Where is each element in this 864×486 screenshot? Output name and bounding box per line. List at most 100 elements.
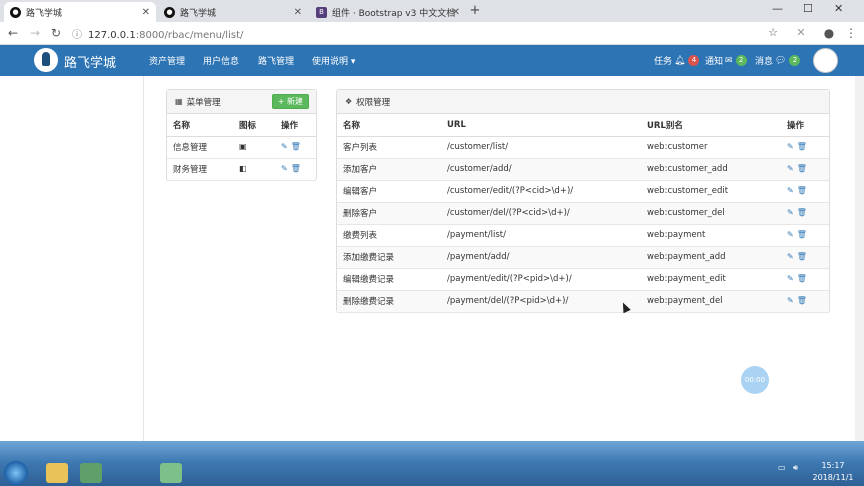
nav-user-info[interactable]: 用户信息 bbox=[203, 54, 239, 67]
row-actions: ✎ 🗑︎ bbox=[781, 290, 829, 313]
close-tab-icon[interactable]: ✕ bbox=[142, 7, 150, 18]
comment-icon: 💬︎ bbox=[775, 55, 787, 66]
menu-name[interactable]: 财务管理 bbox=[167, 158, 233, 181]
permission-panel-header: ❖ 权限管理 bbox=[337, 90, 829, 114]
browser-tab-3[interactable]: B 组件 · Bootstrap v3 中文文档 ✕ bbox=[310, 2, 466, 22]
browser-tab-1[interactable]: ● 路飞学城 ✕ bbox=[4, 2, 156, 22]
book-icon: ▦ bbox=[175, 97, 183, 106]
forward-icon[interactable]: → bbox=[28, 26, 42, 40]
permission-panel: ❖ 权限管理 名称 URL URL别名 操作 客户列表/customer/lis… bbox=[336, 89, 830, 313]
nav-help-dropdown[interactable]: 使用说明 ▾ bbox=[312, 54, 355, 67]
table-row[interactable]: 财务管理 ◧ ✎ 🗑︎ bbox=[167, 158, 316, 181]
taskbar-app-icon[interactable] bbox=[160, 463, 182, 483]
notices-badge: 2 bbox=[735, 55, 747, 66]
table-row[interactable]: 添加客户/customer/add/web:customer_add ✎ 🗑︎ bbox=[337, 158, 829, 181]
start-button[interactable] bbox=[4, 461, 28, 485]
browser-tab-2[interactable]: ● 路飞学城 ✕ bbox=[158, 2, 308, 22]
clock-date[interactable]: 2018/11/1 bbox=[811, 473, 855, 482]
taskbar-app-icon[interactable] bbox=[80, 463, 102, 483]
table-row[interactable]: 删除客户/customer/del/(?P<cid>\d+)/web:custo… bbox=[337, 202, 829, 225]
trash-icon[interactable]: 🗑︎ bbox=[797, 142, 807, 151]
table-row[interactable]: 缴费列表/payment/list/web:payment ✎ 🗑︎ bbox=[337, 224, 829, 247]
edit-icon[interactable]: ✎ bbox=[281, 164, 288, 173]
bootstrap-favicon-icon: B bbox=[316, 6, 327, 18]
table-row[interactable]: 编辑客户/customer/edit/(?P<cid>\d+)/web:cust… bbox=[337, 180, 829, 203]
explorer-icon[interactable] bbox=[46, 463, 68, 483]
trash-icon[interactable]: 🗑︎ bbox=[797, 208, 807, 217]
trash-icon[interactable]: 🗑︎ bbox=[291, 164, 301, 173]
table-row[interactable]: 添加缴费记录/payment/add/web:payment_add ✎ 🗑︎ bbox=[337, 246, 829, 269]
close-window-icon[interactable]: ✕ bbox=[834, 2, 843, 15]
bookmark-star-icon[interactable]: ☆ bbox=[766, 26, 780, 39]
minimize-icon[interactable]: — bbox=[772, 2, 783, 15]
nav-assets[interactable]: 资产管理 bbox=[149, 54, 185, 67]
url-path: :8000/rbac/menu/list/ bbox=[135, 30, 244, 41]
trash-icon[interactable]: 🗑︎ bbox=[797, 230, 807, 239]
user-avatar[interactable] bbox=[813, 48, 838, 73]
perm-name: 添加客户 bbox=[337, 158, 441, 181]
edit-icon[interactable]: ✎ bbox=[787, 142, 794, 151]
row-actions: ✎ 🗑︎ bbox=[781, 224, 829, 247]
clock-time[interactable]: 15:17 bbox=[811, 461, 855, 470]
extension-icon[interactable]: ✕ bbox=[794, 26, 808, 39]
trash-icon[interactable]: 🗑︎ bbox=[291, 142, 301, 151]
close-tab-icon[interactable]: ✕ bbox=[452, 7, 460, 18]
perm-url-alias: web:payment_add bbox=[641, 246, 781, 269]
reload-icon[interactable]: ↻ bbox=[49, 26, 63, 40]
bell-icon: 🔔︎ bbox=[674, 55, 686, 66]
table-row[interactable]: 信息管理 ▣ ✎ 🗑︎ bbox=[167, 136, 316, 159]
edit-icon[interactable]: ✎ bbox=[281, 142, 288, 151]
row-actions: ✎ 🗑︎ bbox=[781, 136, 829, 159]
volume-icon[interactable]: 🔊︎ bbox=[793, 463, 798, 473]
col-icon: 图标 bbox=[233, 114, 275, 137]
menu-panel-title: 菜单管理 bbox=[186, 97, 221, 108]
app-navbar: 路飞学城 资产管理 用户信息 路飞管理 使用说明 ▾ 任务 🔔︎ 4 通知 ✉ … bbox=[0, 45, 864, 76]
perm-url: /customer/del/(?P<cid>\d+)/ bbox=[441, 202, 641, 225]
edit-icon[interactable]: ✎ bbox=[787, 186, 794, 195]
logo-icon[interactable] bbox=[34, 48, 58, 72]
perm-url-alias: web:customer_edit bbox=[641, 180, 781, 203]
profile-icon[interactable]: ● bbox=[822, 26, 836, 40]
close-tab-icon[interactable]: ✕ bbox=[294, 7, 302, 18]
trash-icon[interactable]: 🗑︎ bbox=[797, 296, 807, 305]
new-menu-button[interactable]: + 新建 bbox=[271, 94, 309, 109]
info-icon[interactable]: ⓘ bbox=[72, 30, 82, 41]
col-name: 名称 bbox=[337, 114, 441, 137]
url-field[interactable]: ⓘ 127.0.0.1:8000/rbac/menu/list/ bbox=[72, 26, 243, 41]
table-row[interactable]: 删除缴费记录/payment/del/(?P<pid>\d+)/web:paym… bbox=[337, 290, 829, 313]
brand-title[interactable]: 路飞学城 bbox=[64, 52, 116, 71]
edit-icon[interactable]: ✎ bbox=[787, 164, 794, 173]
edit-icon[interactable]: ✎ bbox=[787, 230, 794, 239]
nav-messages[interactable]: 消息 💬︎ 2 bbox=[755, 54, 801, 67]
trash-icon[interactable]: 🗑︎ bbox=[797, 252, 807, 261]
site-favicon-icon: ● bbox=[10, 6, 21, 18]
col-url: URL bbox=[441, 114, 641, 137]
edit-icon[interactable]: ✎ bbox=[787, 208, 794, 217]
content-divider bbox=[143, 76, 144, 441]
trash-icon[interactable]: 🗑︎ bbox=[797, 164, 807, 173]
more-menu-icon[interactable]: ⋮ bbox=[844, 26, 858, 40]
new-tab-button[interactable]: + bbox=[468, 4, 482, 18]
nav-lufei-admin[interactable]: 路飞管理 bbox=[258, 54, 294, 67]
nav-tasks[interactable]: 任务 🔔︎ 4 bbox=[654, 54, 700, 67]
table-row[interactable]: 客户列表/customer/list/web:customer ✎ 🗑︎ bbox=[337, 136, 829, 159]
edit-icon[interactable]: ✎ bbox=[787, 252, 794, 261]
edit-icon[interactable]: ✎ bbox=[787, 296, 794, 305]
action-center-icon[interactable]: ▭ bbox=[778, 463, 786, 472]
nav-notices[interactable]: 通知 ✉ 2 bbox=[705, 54, 747, 67]
col-url-alias: URL别名 bbox=[641, 114, 781, 137]
menu-name[interactable]: 信息管理 bbox=[167, 136, 233, 159]
back-icon[interactable]: ← bbox=[6, 26, 20, 40]
perm-url: /customer/add/ bbox=[441, 158, 641, 181]
trash-icon[interactable]: 🗑︎ bbox=[797, 186, 807, 195]
table-row[interactable]: 编辑缴费记录/payment/edit/(?P<pid>\d+)/web:pay… bbox=[337, 268, 829, 291]
permission-panel-title: 权限管理 bbox=[356, 97, 391, 108]
vertical-scrollbar[interactable] bbox=[855, 76, 864, 441]
maximize-icon[interactable]: ☐ bbox=[803, 2, 813, 15]
row-actions: ✎ 🗑︎ bbox=[781, 246, 829, 269]
recording-timer: 00:00 bbox=[741, 366, 769, 394]
trash-icon[interactable]: 🗑︎ bbox=[797, 274, 807, 283]
perm-name: 客户列表 bbox=[337, 136, 441, 159]
edit-icon[interactable]: ✎ bbox=[787, 274, 794, 283]
cubes-icon: ❖ bbox=[345, 97, 353, 106]
